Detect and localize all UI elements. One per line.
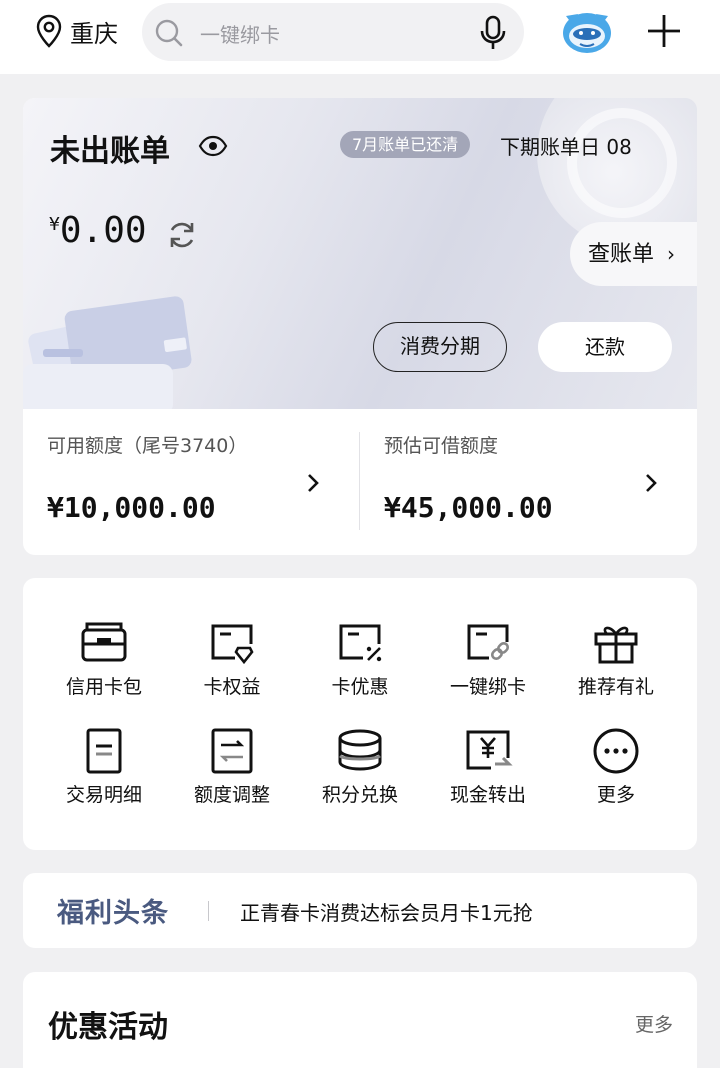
location-selector[interactable]: 重庆 (36, 14, 118, 48)
refresh-icon[interactable] (165, 218, 199, 252)
available-limit-label: 可用额度（尾号3740） (47, 435, 248, 457)
quick-action-label: 卡优惠 (331, 676, 389, 698)
quick-action-referral[interactable]: 推荐有礼 (551, 620, 681, 699)
bill-card: 未出账单 7月账单已还清 下期账单日 08 ¥0.00 查账单 › 消费分期 还… (23, 98, 697, 555)
chevron-right-icon: › (667, 242, 676, 266)
amount-value: 0.00 (59, 210, 147, 251)
card-discount-icon (339, 624, 382, 662)
available-limit-value: ¥10,000.00 (47, 491, 216, 524)
bill-card-header: 未出账单 7月账单已还清 下期账单日 08 ¥0.00 查账单 › 消费分期 还… (23, 98, 697, 409)
card-link-icon (467, 624, 510, 661)
view-bill-label: 查账单 (588, 242, 655, 267)
document-icon (86, 728, 122, 774)
microphone-icon[interactable] (478, 15, 508, 51)
quick-action-cash-out[interactable]: 现金转出 (423, 728, 553, 807)
quick-action-label: 更多 (596, 784, 635, 806)
quick-action-transactions[interactable]: 交易明细 (39, 728, 169, 807)
loan-limit[interactable]: 预估可借额度 ¥45,000.00 (360, 409, 697, 555)
quick-action-card-link[interactable]: 一键绑卡 (423, 620, 553, 699)
promotions-section: 优惠活动 更多 (23, 972, 697, 1068)
location-pin-icon (36, 14, 62, 48)
location-label: 重庆 (70, 19, 118, 48)
repay-button[interactable]: 还款 (538, 322, 672, 372)
view-bill-button[interactable]: 查账单 › (570, 222, 697, 286)
avatar[interactable] (558, 6, 616, 56)
promotions-title: 优惠活动 (48, 1010, 168, 1045)
search-bar[interactable]: 一键绑卡 (142, 3, 524, 61)
promotions-more-link[interactable]: 更多 (635, 1010, 673, 1037)
gift-icon (594, 626, 638, 664)
quick-action-label: 卡权益 (203, 676, 261, 698)
adjust-icon (211, 728, 253, 774)
welfare-headline-banner[interactable]: 福利头条 正青春卡消费达标会员月卡1元抢 (23, 873, 697, 948)
banner-headline: 正青春卡消费达标会员月卡1元抢 (240, 901, 533, 925)
bill-amount: ¥0.00 (49, 210, 147, 251)
quick-action-card-discount[interactable]: 卡优惠 (295, 620, 425, 699)
cash-out-icon (466, 730, 513, 770)
quick-action-more[interactable]: 更多 (551, 728, 681, 807)
decorative-ring (567, 108, 677, 218)
currency-symbol: ¥ (49, 214, 60, 235)
card-benefit-icon (211, 624, 254, 665)
coins-icon (338, 729, 382, 771)
eye-icon[interactable] (198, 134, 228, 158)
top-bar: 重庆 一键绑卡 (0, 0, 720, 74)
divider (208, 901, 209, 921)
quick-action-label: 信用卡包 (65, 676, 142, 698)
loan-limit-value: ¥45,000.00 (384, 491, 553, 524)
wallet-icon (81, 622, 127, 662)
chevron-right-icon (308, 474, 319, 492)
more-icon (593, 728, 639, 774)
welfare-logo: 福利头条 (57, 898, 169, 929)
quick-action-label: 现金转出 (449, 784, 526, 806)
chevron-right-icon (646, 474, 657, 492)
search-placeholder: 一键绑卡 (200, 23, 280, 47)
search-icon (155, 19, 183, 47)
decorative-cards-icon (23, 296, 192, 409)
quick-action-label: 一键绑卡 (449, 676, 526, 698)
status-badge: 7月账单已还清 (340, 131, 471, 158)
quick-action-label: 额度调整 (193, 784, 270, 806)
quick-action-card-benefits[interactable]: 卡权益 (167, 620, 297, 699)
quick-action-label: 交易明细 (65, 784, 142, 806)
quick-action-card-wallet[interactable]: 信用卡包 (39, 620, 169, 699)
installment-button[interactable]: 消费分期 (373, 322, 507, 372)
quick-action-limit-adjust[interactable]: 额度调整 (167, 728, 297, 807)
add-icon[interactable] (645, 12, 683, 50)
quick-action-points[interactable]: 积分兑换 (295, 728, 425, 807)
quick-actions-grid: 信用卡包 卡权益 卡优惠 一键绑卡 推荐有礼 交易明细 额度调整 积分兑换 现金… (23, 578, 697, 850)
quick-action-label: 推荐有礼 (577, 676, 654, 698)
next-bill-date: 下期账单日 08 (500, 135, 632, 159)
loan-limit-label: 预估可借额度 (384, 435, 499, 457)
available-limit[interactable]: 可用额度（尾号3740） ¥10,000.00 (23, 409, 359, 555)
bill-title: 未出账单 (50, 134, 170, 169)
quick-action-label: 积分兑换 (321, 784, 398, 806)
